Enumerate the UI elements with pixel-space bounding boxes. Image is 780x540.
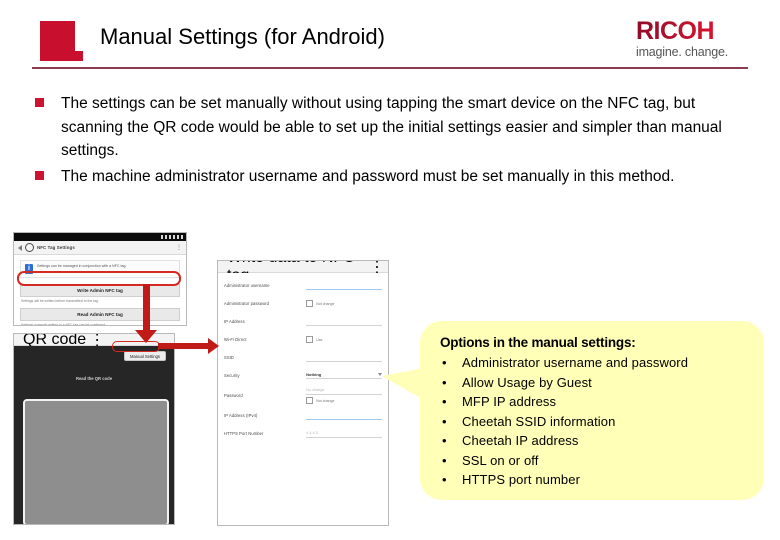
list-item: The machine administrator username and p… [35,165,735,189]
ricoh-tagline: imagine. change. [636,45,729,59]
field-label: HTTPS Port Number [224,431,264,436]
field-label: Password [224,393,243,398]
option-label: Allow Usage by Guest [462,374,592,390]
option-label: Cheetah IP address [462,433,579,448]
form-row-ip-address-ipv4: IP Address (IPv4) [218,406,388,424]
ricoh-wordmark: RICOH [636,18,766,44]
bullet-dot-icon: • [442,452,447,468]
red-down-arrow-head-icon [135,330,157,343]
option-label: Cheetah SSID information [462,413,616,429]
bullet-dot-icon: • [442,433,447,448]
list-item: • Allow Usage by Guest [440,373,748,393]
callout-heading: Options in the manual settings: [440,335,636,350]
security-select[interactable]: Nothing [306,372,382,379]
callout-tail [382,368,424,400]
form-row-password: Password No change Not change [218,384,388,406]
ipv4-address-input[interactable] [306,412,382,420]
checkbox-label: Use [316,337,323,342]
ssid-input[interactable] [306,354,382,362]
password-not-change-checkbox[interactable] [306,397,314,404]
read-admin-nfc-tag-button[interactable]: Read Admin NFC tag [20,308,180,321]
form-row-ssid: SSID [218,348,388,366]
list-item: • SSL on or off [440,451,748,471]
form-row-security: Security Nothing [218,366,388,384]
field-label: Wi-Fi Direct [224,337,247,342]
password-input[interactable]: No change [306,387,382,395]
field-label: SSID [224,355,234,360]
red-square-bullet-icon [35,170,44,180]
status-bar-indicators-icon [161,235,183,239]
read-hint-text: Settings currently written in a NFC tag … [21,323,106,326]
option-label: HTTPS port number [462,472,581,487]
header-divider [32,67,748,69]
manual-settings-button[interactable]: Manual Settings [123,351,166,361]
form-row-administrator-username: Administrator username [218,276,388,294]
back-arrow-icon[interactable] [18,244,22,251]
list-item: • Cheetah IP address [440,431,748,451]
form-row-administrator-password: Administrator password Not change [218,294,388,312]
list-item: • MFP IP address [440,392,748,412]
bullet-text: The settings can be set manually without… [61,95,722,159]
page-title: Manual Settings (for Android) [100,24,385,49]
bullet-text: The machine administrator username and p… [61,167,675,185]
option-label: Administrator username and password [462,355,689,370]
android-status-bar [14,233,186,241]
administrator-username-input[interactable] [306,282,382,290]
overflow-menu-icon[interactable]: ⋮ [176,245,182,251]
bullet-dot-icon: • [442,472,447,487]
page-header: Manual Settings (for Android) RICOH imag… [0,0,780,76]
field-label: IP Address (IPv4) [224,413,258,418]
field-label: IP Address [224,319,245,324]
options-callout-content: Options in the manual settings: • Admini… [420,321,764,500]
form-row-https-port-number: HTTPS Port Number 4 4 4 3 [218,424,388,442]
bullet-dot-icon: • [442,394,447,409]
ricoh-brand-block: RICOH imagine. change. [636,18,766,60]
security-selected-value: Nothing [306,372,322,377]
list-item: The settings can be set manually without… [35,92,735,163]
bullet-dot-icon: • [442,374,447,390]
bullet-dot-icon: • [442,413,447,429]
option-label: SSL on or off [462,452,539,468]
gear-icon [25,243,34,252]
camera-viewport: Manual Settings Read the QR code [14,346,174,524]
wifi-direct-use-checkbox[interactable] [306,336,314,343]
red-right-arrow-stem-icon [158,343,212,349]
scan-instruction-text: Read the QR code [75,376,113,381]
info-banner-text: Settings can be managed in conjunction w… [37,264,127,268]
red-down-arrow-stem-icon [143,284,150,333]
field-label: Administrator password [224,301,269,306]
screenshot-qr-scanner: QR code ⋮ Manual Settings Read the QR co… [13,333,175,525]
red-square-bullet-icon [35,98,44,107]
list-item: • Cheetah SSID information [440,412,748,432]
nfc-settings-body: Settings can be managed in conjunction w… [14,255,186,326]
app-bar-title: NFC Tag Settings [37,245,75,250]
form-row-ip-address: IP Address [218,312,388,330]
list-item: • HTTPS port number [440,470,748,490]
form-row-wifi-direct: Wi-Fi Direct Use [218,330,388,348]
bullet-list: The settings can be set manually without… [35,92,735,190]
checkbox-label: Not change [316,398,335,403]
write-hint-text: Settings will be written before transmit… [21,299,99,303]
https-port-number-input[interactable]: 4 4 4 3 [306,430,382,438]
ricoh-logo-mark-icon [40,21,83,61]
write-button-highlight-box [17,271,181,286]
options-callout: Options in the manual settings: • Admini… [420,321,764,500]
screenshot-write-nfc-form: Write data to NFC tag ⋮ Administrator us… [217,260,389,526]
administrator-password-not-change-checkbox[interactable] [306,300,314,307]
red-right-arrow-head-icon [208,338,219,354]
option-label: MFP IP address [462,394,557,409]
ip-address-input[interactable] [306,318,382,326]
list-item: • Administrator username and password [440,353,748,373]
settings-form: Administrator username Administrator pas… [218,273,388,525]
checkbox-label: Not change [316,301,335,306]
field-label: Administrator username [224,283,270,288]
app-bar: NFC Tag Settings ⋮ [14,241,186,255]
app-bar: Write data to NFC tag ⋮ [218,261,388,284]
qr-viewfinder-frame [23,399,169,524]
bullet-dot-icon: • [442,355,447,370]
field-label: Security [224,373,240,378]
